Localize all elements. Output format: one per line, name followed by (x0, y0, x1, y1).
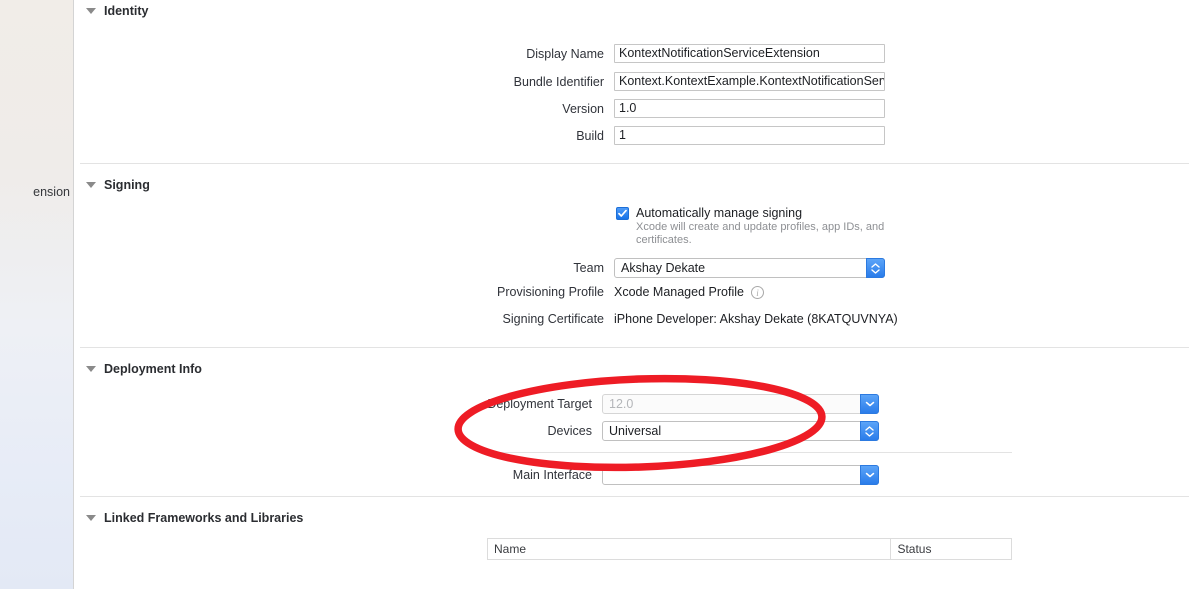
row-team: Team Akshay Dekate (446, 258, 885, 278)
label-team: Team (573, 261, 604, 275)
row-build: Build 1 (446, 126, 885, 145)
popup-devices-value: Universal (609, 424, 662, 438)
disclosure-triangle-icon[interactable] (86, 8, 96, 14)
section-header-signing[interactable]: Signing (86, 178, 150, 192)
navigator-item-clipped[interactable]: ension (0, 185, 72, 199)
xcode-target-editor-screen: ension Identity Display Name KontextNoti… (0, 0, 1189, 589)
target-settings-pane: Identity Display Name KontextNotificatio… (74, 0, 1189, 589)
chevron-down-icon (865, 472, 874, 478)
label-deployment-target: Deployment Target (487, 397, 592, 411)
input-bundle-identifier[interactable]: Kontext.KontextExample.KontextNotificati… (614, 72, 885, 91)
section-header-identity[interactable]: Identity (86, 4, 148, 18)
chevron-up-icon (865, 425, 874, 431)
description-automatically-manage-signing: Xcode will create and update profiles, a… (636, 221, 885, 246)
popup-team-value: Akshay Dekate (621, 261, 706, 275)
input-version[interactable]: 1.0 (614, 99, 885, 118)
checkbox-row-automatic-signing[interactable]: Automatically manage signing Xcode will … (616, 206, 898, 247)
label-automatically-manage-signing: Automatically manage signing (636, 206, 803, 220)
chevron-down-icon (865, 401, 874, 407)
project-navigator-sidebar[interactable]: ension (0, 0, 74, 589)
subsection-divider-deployment (487, 452, 1012, 453)
chevron-down-icon (865, 431, 874, 437)
chevron-down-icon (871, 268, 880, 274)
section-header-deployment-info[interactable]: Deployment Info (86, 362, 202, 376)
row-main-interface: Main Interface (434, 465, 879, 485)
section-divider-deployment-info (80, 496, 1189, 497)
disclosure-triangle-icon[interactable] (86, 366, 96, 372)
row-version: Version 1.0 (446, 99, 885, 118)
info-icon[interactable]: i (750, 285, 764, 299)
chevron-up-icon (871, 262, 880, 268)
label-bundle-identifier: Bundle Identifier (513, 74, 604, 89)
row-signing-certificate: Signing Certificate iPhone Developer: Ak… (446, 312, 898, 326)
row-provisioning-profile: Provisioning Profile Xcode Managed Profi… (446, 285, 764, 299)
section-title-linked-frameworks: Linked Frameworks and Libraries (104, 511, 304, 525)
checkbox-automatically-manage-signing[interactable] (616, 207, 629, 220)
popup-deployment-target-value: 12.0 (609, 397, 634, 411)
input-build[interactable]: 1 (614, 126, 885, 145)
section-divider-signing (80, 347, 1189, 348)
section-header-linked-frameworks[interactable]: Linked Frameworks and Libraries (86, 511, 303, 525)
label-signing-certificate: Signing Certificate (502, 312, 604, 326)
label-build: Build (576, 128, 604, 143)
value-provisioning-profile-group: Xcode Managed Profile i (614, 285, 764, 299)
popup-main-interface[interactable] (602, 465, 879, 485)
stepper-arrows-icon[interactable] (866, 258, 885, 278)
label-devices: Devices (547, 424, 592, 438)
row-deployment-target: Deployment Target 12.0 (434, 394, 879, 414)
stepper-arrows-icon[interactable] (860, 421, 879, 441)
value-provisioning-profile: Xcode Managed Profile (614, 285, 744, 299)
column-header-name[interactable]: Name (488, 539, 890, 559)
label-main-interface: Main Interface (512, 468, 592, 482)
table-header-linked-frameworks: Name Status (487, 538, 1012, 560)
value-signing-certificate: iPhone Developer: Akshay Dekate (8KATQUV… (614, 312, 898, 326)
row-devices: Devices Universal (434, 421, 879, 441)
disclosure-triangle-icon[interactable] (86, 515, 96, 521)
checkmark-icon (618, 209, 627, 217)
label-display-name: Display Name (526, 46, 604, 61)
row-bundle-identifier: Bundle Identifier Kontext.KontextExample… (446, 72, 885, 91)
label-provisioning-profile: Provisioning Profile (497, 285, 604, 299)
label-version: Version (562, 101, 604, 116)
section-title-deployment-info: Deployment Info (104, 362, 202, 376)
column-header-status[interactable]: Status (890, 539, 1011, 559)
popup-deployment-target[interactable]: 12.0 (602, 394, 879, 414)
section-title-identity: Identity (104, 4, 149, 18)
section-divider-identity (80, 163, 1189, 164)
row-display-name: Display Name KontextNotificationServiceE… (446, 44, 885, 63)
popup-team[interactable]: Akshay Dekate (614, 258, 885, 278)
section-title-signing: Signing (104, 178, 150, 192)
chevron-down-button[interactable] (860, 465, 879, 485)
input-display-name[interactable]: KontextNotificationServiceExtension (614, 44, 885, 63)
chevron-down-button[interactable] (860, 394, 879, 414)
popup-devices[interactable]: Universal (602, 421, 879, 441)
disclosure-triangle-icon[interactable] (86, 182, 96, 188)
